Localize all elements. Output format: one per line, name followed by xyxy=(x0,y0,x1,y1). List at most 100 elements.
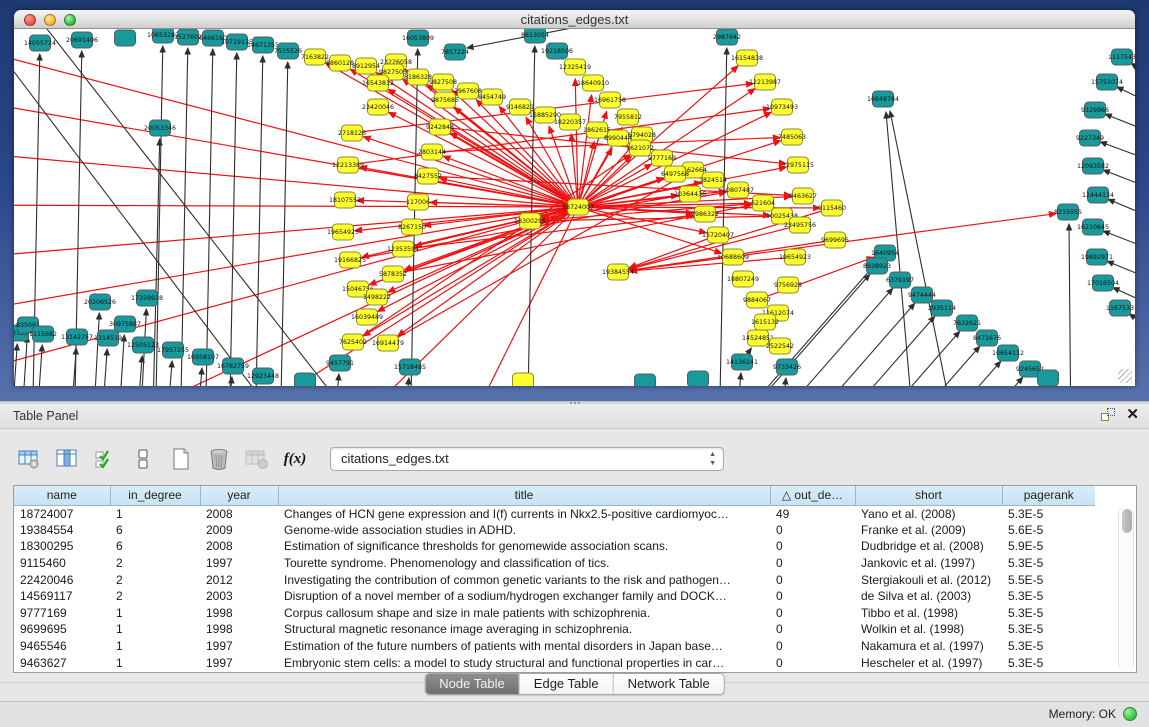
graph-node[interactable]: 9875685 xyxy=(431,92,459,108)
graph-node[interactable]: 9115460 xyxy=(818,200,846,216)
column-header-in_degree[interactable]: in_degree xyxy=(110,486,200,505)
table-cell[interactable]: 0 xyxy=(770,605,855,622)
graph-node[interactable]: 9463627 xyxy=(789,188,817,204)
table-cell[interactable]: 0 xyxy=(770,538,855,555)
table-row[interactable]: 946362711997Embryonic stem cells: a mode… xyxy=(14,654,1095,671)
table-cell[interactable]: 5.3E-5 xyxy=(1002,654,1095,671)
graph-node[interactable]: 9329966 xyxy=(1081,102,1109,118)
graph-node[interactable]: 8427552 xyxy=(414,168,442,184)
graph-node[interactable]: 16914479 xyxy=(372,335,404,351)
graph-node[interactable]: 20206526 xyxy=(84,294,116,310)
graph-node[interactable]: 9827508 xyxy=(429,74,457,90)
table-cell[interactable]: 5.5E-5 xyxy=(1002,571,1095,588)
table-cell[interactable]: Genome-wide association studies in ADHD. xyxy=(278,522,770,539)
table-cell[interactable]: Estimation of the future numbers of pati… xyxy=(278,638,770,655)
table-cell[interactable]: 2012 xyxy=(200,571,278,588)
graph-node[interactable]: 19384554 xyxy=(602,264,634,280)
table-row[interactable]: 2242004622012Investigating the contribut… xyxy=(14,571,1095,588)
graph-node[interactable]: 16210645 xyxy=(1077,219,1109,235)
table-cell[interactable]: Dudbridge et al. (2008) xyxy=(855,538,1002,555)
graph-node[interactable]: 2803144 xyxy=(418,144,446,160)
graph-node[interactable]: 1527602 xyxy=(174,29,202,45)
table-cell[interactable]: 19384554 xyxy=(14,522,110,539)
table-cell[interactable]: 1 xyxy=(110,654,200,671)
graph-node[interactable]: 9227349 xyxy=(1076,130,1104,146)
graph-node[interactable]: 14055724 xyxy=(24,35,56,51)
graph-node[interactable]: 15720407 xyxy=(702,227,734,243)
table-cell[interactable]: 0 xyxy=(770,621,855,638)
table-cell[interactable]: 5.3E-5 xyxy=(1002,638,1095,655)
graph-node[interactable]: 10807487 xyxy=(722,182,754,198)
table-cell[interactable]: 0 xyxy=(770,638,855,655)
table-cell[interactable]: 6 xyxy=(110,538,200,555)
graph-node[interactable] xyxy=(115,30,136,46)
graph-node[interactable]: 2987642 xyxy=(713,29,741,45)
table-cell[interactable]: 5.6E-5 xyxy=(1002,522,1095,539)
graph-node[interactable] xyxy=(688,371,709,386)
graph-node[interactable]: 8215955 xyxy=(1054,204,1082,220)
graph-node[interactable]: 8813054 xyxy=(521,29,549,43)
graph-node[interactable]: 15718485 xyxy=(394,359,426,375)
graph-node[interactable]: 9474444 xyxy=(908,287,936,303)
table-cell[interactable]: 49 xyxy=(770,505,855,522)
table-row[interactable]: 1938455462009Genome-wide association stu… xyxy=(14,522,1095,539)
table-cell[interactable]: 0 xyxy=(770,522,855,539)
table-cell[interactable]: 1 xyxy=(110,505,200,522)
graph-node[interactable]: 12213389 xyxy=(332,157,364,173)
table-cell[interactable]: 14569117 xyxy=(14,588,110,605)
table-cell[interactable]: 0 xyxy=(770,654,855,671)
graph-node[interactable]: 5878352 xyxy=(379,266,407,282)
graph-node[interactable]: 8471676 xyxy=(973,330,1001,346)
table-cell[interactable]: Tourette syndrome. Phenomenology and cla… xyxy=(278,555,770,572)
table-cell[interactable]: 1997 xyxy=(200,555,278,572)
tab-node-table[interactable]: Node Table xyxy=(425,674,520,694)
table-cell[interactable]: de Silva et al. (2003) xyxy=(855,588,1002,605)
table-cell[interactable]: 1998 xyxy=(200,605,278,622)
memory-indicator[interactable]: Memory: OK xyxy=(1049,707,1137,721)
table-row[interactable]: 911546021997Tourette syndrome. Phenomeno… xyxy=(14,555,1095,572)
table-cell[interactable]: 9465546 xyxy=(14,638,110,655)
table-cell[interactable]: 1998 xyxy=(200,621,278,638)
graph-node[interactable]: 7163822 xyxy=(301,49,329,65)
graph-node[interactable]: 16782759 xyxy=(217,358,249,374)
graph-node[interactable]: 19218506 xyxy=(541,43,573,59)
tab-edge-table[interactable]: Edge Table xyxy=(520,674,614,694)
table-cell[interactable]: 18724007 xyxy=(14,505,110,522)
graph-node[interactable]: 2718126 xyxy=(338,125,366,141)
table-cell[interactable]: 2 xyxy=(110,571,200,588)
table-cell[interactable]: 5.3E-5 xyxy=(1002,555,1095,572)
graph-node[interactable]: 2522542 xyxy=(766,338,794,354)
table-cell[interactable]: 1997 xyxy=(200,638,278,655)
graph-node[interactable]: 16648784 xyxy=(867,91,899,107)
graph-node[interactable]: 117006 xyxy=(406,194,430,210)
table-cell[interactable]: Jankovic et al. (1997) xyxy=(855,555,1002,572)
table-row[interactable]: 1872400712008Changes of HCN gene express… xyxy=(14,505,1095,522)
graph-node[interactable]: 8454749 xyxy=(478,89,506,105)
show-columns-button[interactable] xyxy=(52,444,82,474)
table-cell[interactable]: Changes of HCN gene expression and I(f) … xyxy=(278,505,770,522)
graph-node[interactable]: 16958107 xyxy=(187,349,219,365)
graph-node[interactable]: 18807249 xyxy=(727,271,759,287)
graph-node[interactable]: 16154838 xyxy=(731,50,763,66)
table-cell[interactable]: 1 xyxy=(110,621,200,638)
table-cell[interactable]: 0 xyxy=(770,571,855,588)
graph-node[interactable]: 7955812 xyxy=(614,109,642,125)
table-cell[interactable]: 5.3E-5 xyxy=(1002,621,1095,638)
graph-node[interactable]: 9733426 xyxy=(773,359,801,375)
graph-node[interactable] xyxy=(513,373,534,386)
graph-node[interactable]: 1117543 xyxy=(1108,49,1135,65)
select-all-button[interactable] xyxy=(90,444,120,474)
graph-node[interactable]: 9457791 xyxy=(326,355,354,371)
graph-node[interactable]: 1621072 xyxy=(626,140,654,156)
table-cell[interactable]: 22420046 xyxy=(14,571,110,588)
table-cell[interactable]: Franke et al. (2009) xyxy=(855,522,1002,539)
graph-node[interactable] xyxy=(635,374,656,386)
float-panel-icon[interactable] xyxy=(1100,407,1116,423)
column-header-name[interactable]: name xyxy=(14,486,110,505)
graph-node[interactable]: 8186328 xyxy=(404,69,432,85)
table-cell[interactable]: 2 xyxy=(110,588,200,605)
graph-node[interactable]: 9884067 xyxy=(743,292,771,308)
column-header-short[interactable]: short xyxy=(855,486,1002,505)
table-cell[interactable]: 2008 xyxy=(200,505,278,522)
delete-table-button[interactable] xyxy=(204,444,234,474)
